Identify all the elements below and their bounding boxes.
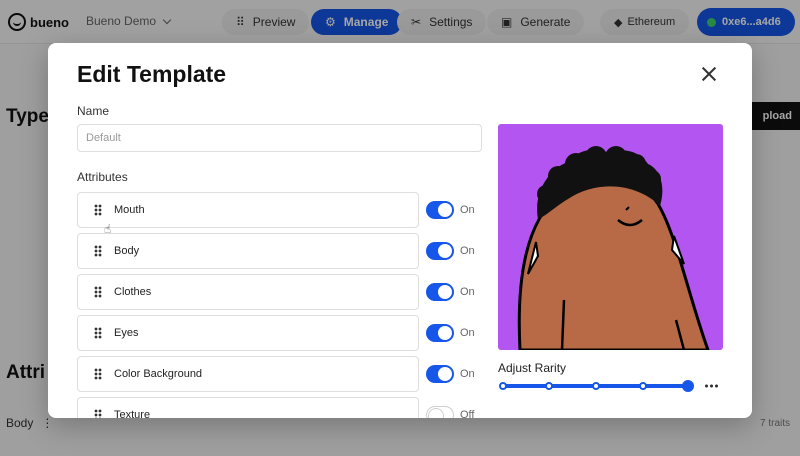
attribute-toggle[interactable]: [426, 242, 454, 260]
attribute-card[interactable]: Mouth: [77, 192, 419, 228]
attribute-row-eyes[interactable]: Eyes On: [77, 315, 497, 351]
drag-handle-icon[interactable]: [94, 204, 102, 216]
more-horizontal-icon[interactable]: [704, 384, 718, 388]
attribute-card[interactable]: Clothes: [77, 274, 419, 310]
attribute-toggle[interactable]: [426, 324, 454, 342]
slider-knob[interactable]: [682, 380, 694, 392]
attribute-name: Mouth: [114, 204, 145, 216]
attribute-card[interactable]: Color Background: [77, 356, 419, 392]
toggle-state-label: On: [460, 327, 475, 339]
attribute-row-body[interactable]: Body On: [77, 233, 497, 269]
toggle-state-label: On: [460, 204, 475, 216]
attribute-row-color-background[interactable]: Color Background On: [77, 356, 497, 392]
character-illustration: [517, 146, 710, 350]
attributes-label: Attributes: [77, 170, 128, 184]
modal-title: Edit Template: [77, 61, 227, 87]
slider-stop[interactable]: [639, 382, 647, 390]
drag-handle-icon[interactable]: [94, 327, 102, 339]
toggle-state-label: On: [460, 286, 475, 298]
attribute-toggle[interactable]: [426, 365, 454, 383]
toggle-state-label: Off: [460, 409, 475, 418]
slider-stop[interactable]: [592, 382, 600, 390]
nft-preview-image: [498, 124, 723, 350]
attribute-card[interactable]: Texture: [77, 397, 419, 418]
drag-handle-icon[interactable]: [94, 245, 102, 257]
attribute-name: Texture: [114, 409, 151, 418]
close-icon[interactable]: [700, 65, 718, 83]
hand-cursor-icon: ☝: [104, 222, 112, 236]
attribute-name: Clothes: [114, 286, 152, 298]
attribute-card[interactable]: Eyes: [77, 315, 419, 351]
attribute-name: Color Background: [114, 368, 203, 380]
attribute-name: Body: [114, 245, 140, 257]
attribute-toggle[interactable]: [426, 201, 454, 219]
attribute-card[interactable]: Body: [77, 233, 419, 269]
attribute-toggle[interactable]: [426, 406, 454, 418]
attribute-name: Eyes: [114, 327, 139, 339]
attribute-row-clothes[interactable]: Clothes On: [77, 274, 497, 310]
attribute-row-texture[interactable]: Texture Off: [77, 397, 497, 418]
attribute-toggle[interactable]: [426, 283, 454, 301]
slider-stop[interactable]: [545, 382, 553, 390]
name-input[interactable]: [77, 124, 482, 152]
drag-handle-icon[interactable]: [94, 368, 102, 380]
edit-template-modal: Edit Template Name Attributes Mouth On B…: [48, 43, 752, 418]
toggle-state-label: On: [460, 245, 475, 257]
toggle-state-label: On: [460, 368, 475, 380]
drag-handle-icon[interactable]: [94, 286, 102, 298]
slider-stop[interactable]: [499, 382, 507, 390]
attribute-row-mouth[interactable]: Mouth On: [77, 192, 497, 228]
adjust-rarity-label: Adjust Rarity: [498, 361, 567, 375]
drag-handle-icon[interactable]: [94, 409, 102, 418]
name-label: Name: [77, 104, 110, 118]
rarity-slider[interactable]: [498, 379, 694, 393]
